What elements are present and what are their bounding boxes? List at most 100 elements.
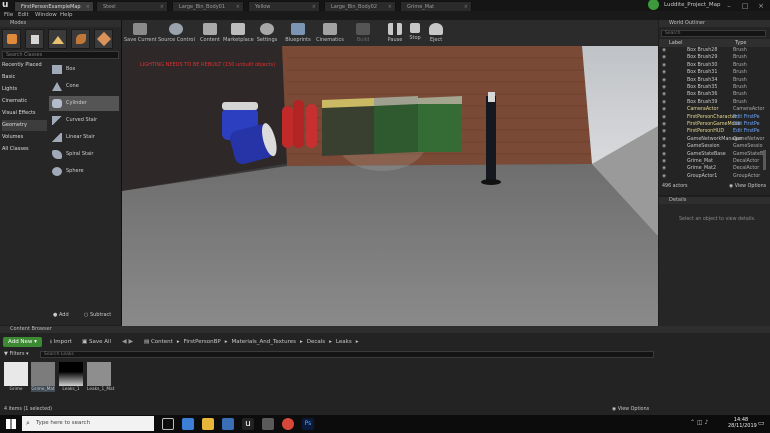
outliner-view-options[interactable]: ◉ View Options <box>729 184 766 189</box>
visibility-eye-icon[interactable]: ◉ <box>662 129 666 135</box>
column-type[interactable]: Type <box>735 39 746 47</box>
category-lights[interactable]: Lights <box>2 84 47 95</box>
tab-level[interactable]: FirstPersonExampleMap × <box>14 1 94 11</box>
cinematics-button[interactable]: Cinematics <box>315 20 345 46</box>
content-view-options[interactable]: ◉ View Options <box>612 407 649 412</box>
stop-button[interactable]: Stop <box>407 20 423 46</box>
tab-yellow[interactable]: Yellow × <box>248 1 320 11</box>
visibility-eye-icon[interactable]: ◉ <box>662 159 666 165</box>
foliage-mode-icon[interactable] <box>71 29 90 49</box>
visibility-eye-icon[interactable]: ◉ <box>662 137 666 143</box>
visibility-eye-icon[interactable]: ◉ <box>662 70 666 76</box>
column-label[interactable]: Label <box>669 39 683 47</box>
outliner-row[interactable]: ◉ GameSession GameSessio <box>659 144 763 150</box>
outliner-row[interactable]: ◉ Box Brush39 Brush <box>659 100 763 106</box>
back-forward-icon[interactable]: ◀ ▶ <box>122 337 133 347</box>
outliner-row[interactable]: ◉ Grime_Mat DecalActor <box>659 159 763 165</box>
source-control-button[interactable]: Source Control <box>158 20 195 46</box>
visibility-eye-icon[interactable]: ◉ <box>662 55 666 61</box>
menu-edit[interactable]: Edit <box>18 11 29 20</box>
save-current-button[interactable]: Save Current <box>124 20 157 46</box>
windows-start-icon[interactable] <box>6 419 16 429</box>
outliner-row[interactable]: ◉ GameNetworkManager GameNetwor <box>659 137 765 143</box>
outliner-row[interactable]: ◉ Box Brush36 Brush <box>659 92 763 98</box>
edge-icon[interactable] <box>182 418 194 430</box>
outliner-scrollbar[interactable] <box>763 150 766 170</box>
visibility-eye-icon[interactable]: ◉ <box>662 122 666 128</box>
maximize-icon[interactable]: □ <box>738 2 752 11</box>
outliner-row[interactable]: ◉ FirstPersonCharacter Edit FirstPe <box>659 115 763 121</box>
visibility-eye-icon[interactable]: ◉ <box>662 48 666 54</box>
outliner-row[interactable]: ◉ FirstPersonGameMode Edit FirstPe <box>659 122 763 128</box>
shape-sphere[interactable]: Sphere <box>49 164 119 179</box>
level-viewport[interactable]: LIGHTING NEEDS TO BE REBUILT (150 unbuil… <box>122 46 658 326</box>
settings-button[interactable]: Settings <box>255 20 279 46</box>
marketplace-button[interactable]: Marketplace <box>223 20 254 46</box>
asset-tile[interactable]: Grime <box>4 362 28 392</box>
shape-cylinder[interactable]: Cylinder <box>49 96 119 111</box>
outliner-row[interactable]: ◉ Box Brush34 Brush <box>659 78 763 84</box>
tab-grime-mat[interactable]: Grime_Mat × <box>400 1 472 11</box>
close-icon[interactable]: × <box>754 2 768 11</box>
category-recently-placed[interactable]: Recently Placed <box>2 60 47 71</box>
menu-file[interactable]: File <box>4 11 13 20</box>
actor-type[interactable]: Edit FirstPe <box>733 115 760 121</box>
geometry-mode-icon[interactable] <box>94 29 113 49</box>
actor-type[interactable]: Edit FirstPe <box>733 122 760 128</box>
outliner-row[interactable]: ◉ Box Brush35 Brush <box>659 85 763 91</box>
outliner-row[interactable]: ◉ Box Brush31 Brush <box>659 70 763 76</box>
visibility-eye-icon[interactable]: ◉ <box>662 166 666 172</box>
visibility-eye-icon[interactable]: ◉ <box>662 92 666 98</box>
outliner-row[interactable]: ◉ GroupActor1 GroupActor <box>659 174 763 180</box>
asset-tile[interactable]: Leaks_1 <box>59 362 83 392</box>
content-search-input[interactable]: Search Leaks <box>40 351 654 358</box>
clock[interactable]: 14:48 28/11/2019 <box>728 417 757 429</box>
outliner-row[interactable]: ◉ GameStateBase GameStateB <box>659 152 763 158</box>
visibility-eye-icon[interactable]: ◉ <box>662 100 666 106</box>
breadcrumb-item[interactable]: Materials_And_Textures <box>232 339 296 345</box>
chrome-icon[interactable] <box>282 418 294 430</box>
outliner-row[interactable]: ◉ Box Brush29 Brush <box>659 55 763 61</box>
taskbar-search-input[interactable]: ⌕ Type here to search <box>22 416 154 431</box>
breadcrumb-item[interactable]: Decals <box>307 339 325 345</box>
blueprints-button[interactable]: Blueprints <box>284 20 312 46</box>
breadcrumb-item[interactable]: Leaks <box>336 339 352 345</box>
content-button[interactable]: Content <box>198 20 222 46</box>
outliner-search-input[interactable]: Search <box>661 30 766 37</box>
filters-button[interactable]: ▼ Filters ▾ <box>4 351 29 358</box>
unreal-engine-icon[interactable]: u <box>242 418 254 430</box>
landscape-mode-icon[interactable] <box>48 29 67 49</box>
visibility-eye-icon[interactable]: ◉ <box>662 115 666 121</box>
shape-linear-stair[interactable]: Linear Stair <box>49 130 119 145</box>
breadcrumb-item[interactable]: FirstPersonBP <box>184 339 221 345</box>
build-button[interactable]: Build <box>351 20 375 46</box>
shape-curved-stair[interactable]: Curved Stair <box>49 113 119 128</box>
category-visual-effects[interactable]: Visual Effects <box>2 108 47 119</box>
subtract-radio[interactable]: ○ Subtract <box>84 312 111 318</box>
outliner-row[interactable]: ◉ Box Brush30 Brush <box>659 63 763 69</box>
shape-cone[interactable]: Cone <box>49 79 119 94</box>
category-geometry[interactable]: Geometry <box>2 120 47 131</box>
save-all-button[interactable]: ▣ Save All <box>82 337 111 347</box>
breadcrumb-item[interactable]: Content <box>151 339 173 345</box>
outliner-row[interactable]: ◉ Grime_Mat2 DecalActor <box>659 166 763 172</box>
notification-icon[interactable]: ▭ <box>758 419 765 427</box>
tab-bin-body02[interactable]: Large_Bin_Body02 × <box>324 1 396 11</box>
actor-type[interactable]: Edit FirstPe <box>733 129 760 135</box>
menu-window[interactable]: Window <box>35 11 57 20</box>
task-view-icon[interactable] <box>162 418 174 430</box>
paint-mode-icon[interactable] <box>25 29 44 49</box>
store-icon[interactable] <box>222 418 234 430</box>
tab-bin-body01[interactable]: Large_Bin_Body01 × <box>172 1 244 11</box>
visibility-eye-icon[interactable]: ◉ <box>662 144 666 150</box>
tray-icons[interactable]: ⌃ ◫ ♪ <box>690 419 708 426</box>
visibility-eye-icon[interactable]: ◉ <box>662 152 666 158</box>
search-classes-input[interactable]: Search Classes <box>2 51 119 59</box>
outliner-row[interactable]: ◉ Box Brush28 Brush <box>659 48 763 54</box>
visibility-eye-icon[interactable]: ◉ <box>662 85 666 91</box>
asset-tile-selected[interactable]: Grime_Mat <box>31 362 55 392</box>
menu-help[interactable]: Help <box>60 11 73 20</box>
add-new-button[interactable]: Add New ▾ <box>3 337 42 347</box>
file-explorer-icon[interactable] <box>202 418 214 430</box>
outliner-row[interactable]: ◉ FirstPersonHUD Edit FirstPe <box>659 129 763 135</box>
